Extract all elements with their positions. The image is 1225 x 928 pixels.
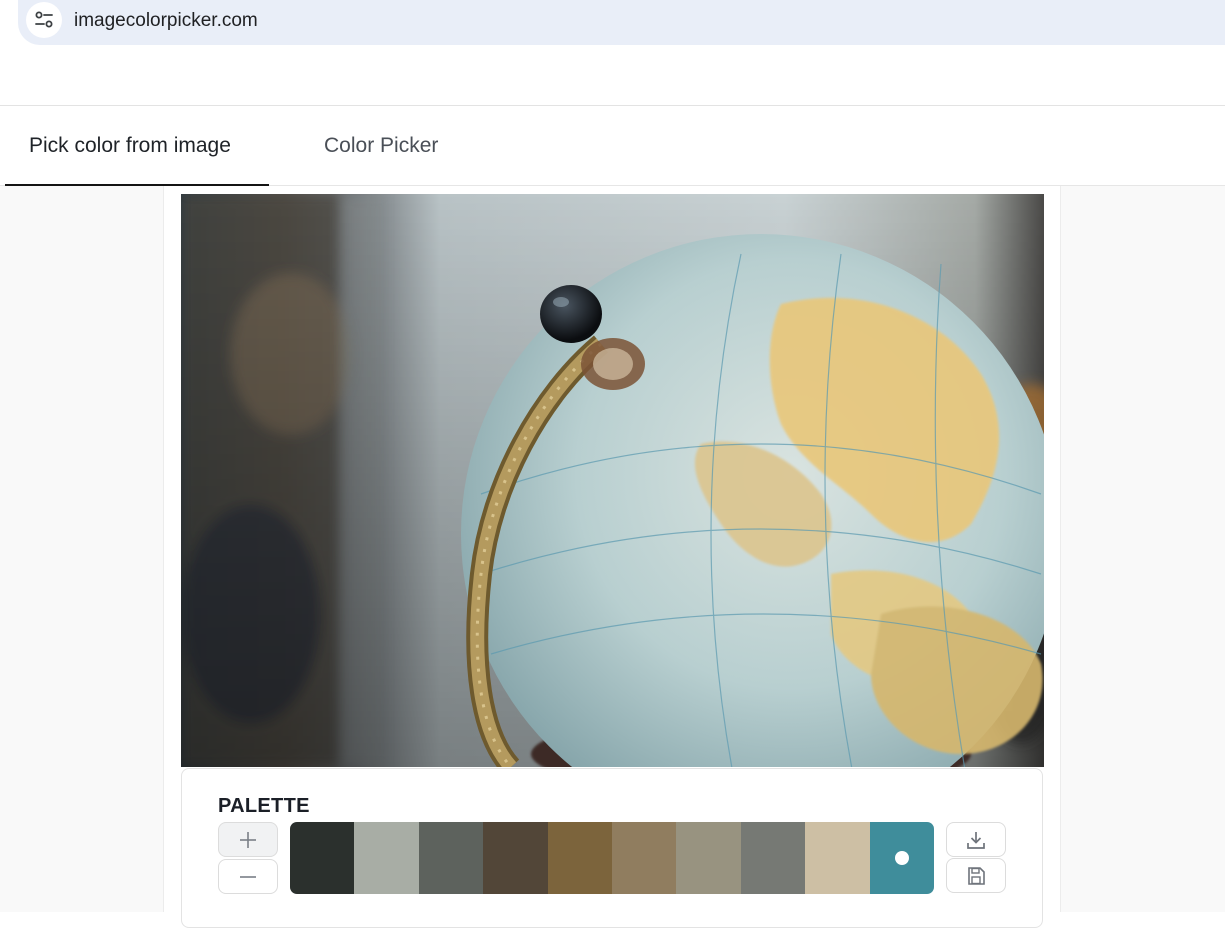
palette-swatch[interactable]	[483, 822, 548, 894]
palette-title: PALETTE	[218, 795, 310, 817]
add-color-button[interactable]	[218, 822, 278, 857]
url-text[interactable]: imagecolorpicker.com	[74, 10, 258, 32]
palette-swatch[interactable]	[354, 822, 419, 894]
palette-swatch[interactable]	[805, 822, 870, 894]
tab-label: Pick color from image	[29, 134, 231, 157]
download-palette-button[interactable]	[946, 822, 1006, 857]
selected-indicator-icon	[894, 851, 909, 865]
tab-label: Color Picker	[324, 134, 439, 157]
palette-swatch[interactable]	[418, 822, 484, 894]
address-bar[interactable]: imagecolorpicker.com	[18, 0, 1225, 45]
tab-pick-color-from-image[interactable]: Pick color from image	[5, 106, 269, 187]
tune-settings-icon[interactable]	[26, 2, 62, 38]
uploaded-image[interactable]	[181, 194, 1044, 767]
palette-swatch[interactable]	[612, 822, 677, 894]
download-icon	[967, 831, 985, 849]
palette-swatch[interactable]	[869, 822, 934, 894]
globe-photo[interactable]	[181, 194, 1044, 767]
palette-swatch[interactable]	[547, 822, 613, 894]
remove-color-button[interactable]	[218, 859, 278, 894]
save-icon	[968, 866, 985, 885]
tab-strip: Pick color from image Color Picker	[0, 105, 1225, 187]
palette-swatch[interactable]	[676, 822, 741, 894]
minus-icon	[240, 875, 256, 878]
tab-color-picker[interactable]: Color Picker	[300, 106, 480, 186]
palette-swatches	[290, 822, 934, 894]
palette-swatch[interactable]	[740, 822, 806, 894]
save-palette-button[interactable]	[946, 858, 1006, 893]
palette-swatch[interactable]	[290, 822, 355, 894]
plus-icon	[240, 831, 256, 848]
